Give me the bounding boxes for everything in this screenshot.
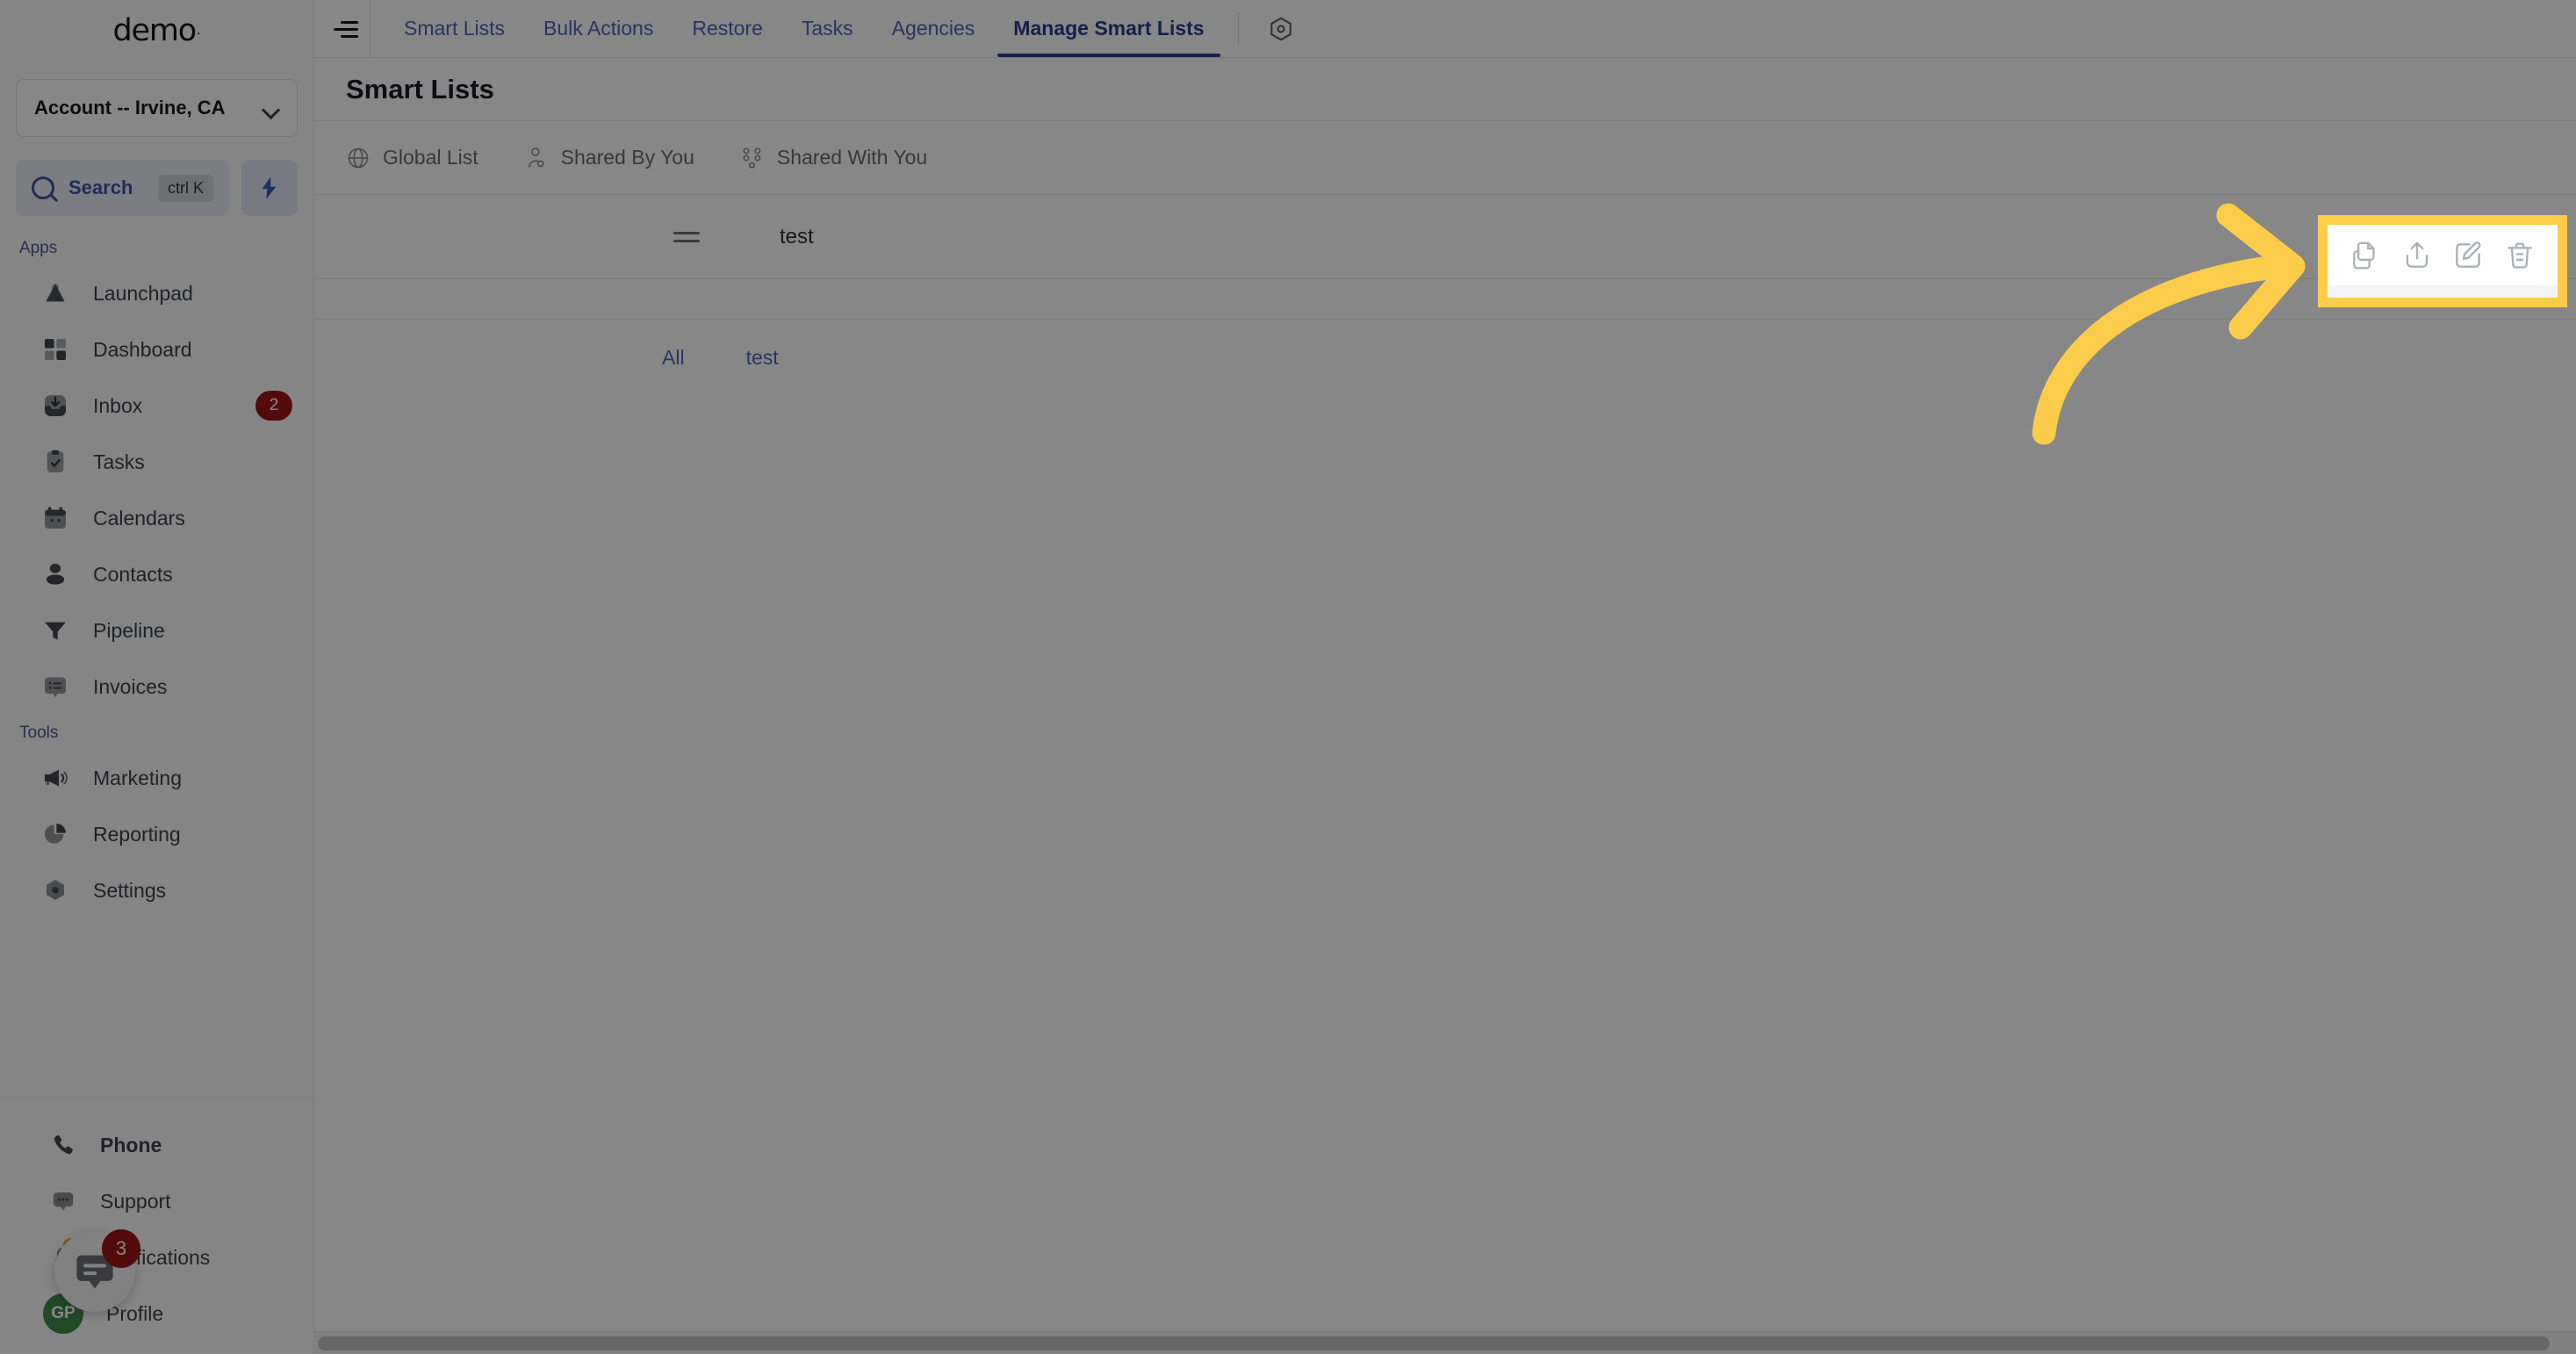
brand-logo-text: demo xyxy=(112,13,198,48)
dashboard-grid-icon xyxy=(40,335,70,364)
sidebar-item-launchpad[interactable]: Launchpad xyxy=(0,265,313,321)
sidebar-item-label: Inbox xyxy=(93,393,143,417)
sidebar: demo . Account -- Irvine, CA Search ctrl… xyxy=(0,0,314,1354)
horizontal-scrollbar-thumb[interactable] xyxy=(318,1336,2551,1350)
globe-icon xyxy=(346,146,371,170)
sidebar-item-reporting[interactable]: Reporting xyxy=(0,806,313,862)
quick-actions-button[interactable] xyxy=(241,160,298,216)
tab-manage-smart-lists[interactable]: Manage Smart Lists xyxy=(994,0,1223,57)
app-root: demo . Account -- Irvine, CA Search ctrl… xyxy=(0,0,2576,1354)
pie-chart-icon xyxy=(40,819,70,849)
sidebar-item-label: Tasks xyxy=(93,450,145,473)
sidebar-item-pipeline[interactable]: Pipeline xyxy=(0,602,313,659)
tab-smart-lists[interactable]: Smart Lists xyxy=(385,0,524,57)
inbox-unread-badge: 2 xyxy=(255,391,292,421)
invoice-list-icon xyxy=(40,672,70,702)
sidebar-footer: Phone Support Notifications GP Profile xyxy=(0,1097,313,1354)
chat-bubble-icon xyxy=(49,1187,77,1215)
filter-bar: Global List Shared By You Shared With Yo… xyxy=(314,121,2576,195)
tab-agencies[interactable]: Agencies xyxy=(873,0,995,57)
sublist-link-test[interactable]: test xyxy=(746,346,779,370)
inbox-icon xyxy=(40,391,70,421)
nav-group-title-tools: Tools xyxy=(19,724,59,742)
search-row: Search ctrl K xyxy=(16,160,298,216)
sidebar-item-contacts[interactable]: Contacts xyxy=(0,546,313,602)
sidebar-item-label: Phone xyxy=(100,1133,162,1156)
sidebar-item-label: Invoices xyxy=(93,674,168,698)
horizontal-scrollbar[interactable] xyxy=(314,1331,2576,1354)
filter-label: Shared By You xyxy=(560,146,694,169)
phone-icon xyxy=(49,1131,77,1159)
search-label: Search xyxy=(68,176,133,198)
collapse-menu-icon[interactable] xyxy=(321,0,371,57)
smart-list-name: test xyxy=(780,224,814,248)
table-row[interactable]: test xyxy=(314,195,2576,279)
brand-logo-dot: . xyxy=(197,23,201,38)
account-selector[interactable]: Account -- Irvine, CA xyxy=(16,79,298,137)
chevron-down-icon xyxy=(263,104,279,112)
users-network-icon xyxy=(740,146,765,170)
funnel-icon xyxy=(40,616,70,645)
sidebar-item-dashboard[interactable]: Dashboard xyxy=(0,321,313,378)
sidebar-nav: Apps Launchpad Dashboard Inbox 2 Tasks C… xyxy=(0,216,313,1097)
sidebar-item-phone[interactable]: Phone xyxy=(0,1117,313,1173)
sidebar-item-invoices[interactable]: Invoices xyxy=(0,659,313,715)
empty-content-area xyxy=(314,395,2576,1331)
brand-logo: demo . xyxy=(0,0,313,61)
main-content: Smart Lists Bulk Actions Restore Tasks A… xyxy=(314,0,2576,1354)
chat-unread-badge: 3 xyxy=(102,1229,140,1268)
gear-icon xyxy=(40,875,70,905)
tab-divider xyxy=(1237,12,1239,45)
highlight-box xyxy=(2318,215,2567,307)
sidebar-item-marketing[interactable]: Marketing xyxy=(0,750,313,806)
sidebar-item-label: Dashboard xyxy=(93,337,192,361)
tab-bulk-actions[interactable]: Bulk Actions xyxy=(524,0,673,57)
filter-label: Shared With You xyxy=(776,146,928,169)
sidebar-item-support[interactable]: Support xyxy=(0,1173,313,1229)
nav-group-title-apps: Apps xyxy=(19,239,58,257)
top-navigation-bar: Smart Lists Bulk Actions Restore Tasks A… xyxy=(314,0,2576,58)
page-header: Smart Lists xyxy=(314,58,2576,121)
drag-handle-icon[interactable] xyxy=(662,230,711,244)
sidebar-item-label: Reporting xyxy=(93,822,181,846)
account-selector-label: Account -- Irvine, CA xyxy=(34,97,226,119)
megaphone-icon xyxy=(40,763,70,793)
calendar-icon xyxy=(40,503,70,533)
launchpad-icon xyxy=(40,278,70,308)
person-icon xyxy=(40,559,70,589)
sidebar-item-label: Launchpad xyxy=(93,281,193,305)
top-tabs: Smart Lists Bulk Actions Restore Tasks A… xyxy=(371,0,1309,57)
filter-label: Global List xyxy=(383,146,479,169)
sidebar-item-notifications[interactable]: Notifications xyxy=(0,1229,313,1286)
chat-widget-button[interactable]: 3 xyxy=(54,1229,140,1312)
sidebar-item-label: Contacts xyxy=(93,562,173,586)
tab-restore[interactable]: Restore xyxy=(673,0,782,57)
tab-tasks[interactable]: Tasks xyxy=(782,0,873,57)
search-input[interactable]: Search ctrl K xyxy=(16,160,229,216)
sidebar-item-label: Support xyxy=(100,1189,171,1213)
sidebar-item-label: Settings xyxy=(93,878,167,902)
sublist-links: All test xyxy=(314,320,2576,395)
row-spacer xyxy=(314,279,2576,320)
filter-global-list[interactable]: Global List xyxy=(346,146,479,170)
hexagon-settings-icon[interactable] xyxy=(1253,0,1309,57)
search-icon xyxy=(32,176,54,199)
sidebar-item-profile[interactable]: GP Profile xyxy=(0,1286,313,1342)
sublist-link-all[interactable]: All xyxy=(662,346,685,370)
smart-list-table: test xyxy=(314,195,2576,320)
sidebar-item-inbox[interactable]: Inbox 2 xyxy=(0,378,313,434)
sidebar-item-settings[interactable]: Settings xyxy=(0,862,313,918)
filter-shared-with-you[interactable]: Shared With You xyxy=(740,146,927,170)
lightning-bolt-icon xyxy=(262,176,277,199)
sidebar-item-label: Calendars xyxy=(93,506,185,529)
page-title: Smart Lists xyxy=(346,73,494,104)
search-shortcut-badge: ctrl K xyxy=(157,174,213,202)
sidebar-item-label: Pipeline xyxy=(93,618,165,642)
filter-shared-by-you[interactable]: Shared By You xyxy=(524,146,694,170)
clipboard-check-icon xyxy=(40,447,70,477)
sidebar-item-tasks[interactable]: Tasks xyxy=(0,434,313,490)
sidebar-item-label: Marketing xyxy=(93,766,182,789)
sidebar-item-calendars[interactable]: Calendars xyxy=(0,490,313,546)
user-shared-icon xyxy=(524,146,549,170)
